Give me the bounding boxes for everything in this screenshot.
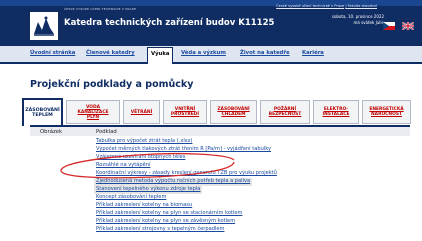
tab-label-line: BEZPEČNOST (268, 112, 302, 117)
top-link-ctu[interactable]: České vysoké učení technické v Praze (276, 4, 344, 8)
language-switcher (381, 22, 414, 41)
tab-label-line: PLYN (86, 114, 100, 120)
ctu-logo-icon[interactable] (30, 12, 58, 40)
tab-energeticka-narocnost[interactable]: ENERGETICKÁ NÁROČNOST (362, 100, 411, 124)
czech-flag-icon[interactable] (382, 22, 395, 30)
tab-elektroinstalace[interactable]: ELEKTRO- INSTALACE (313, 100, 359, 124)
site-header: ČESKÉ VYSOKÉ UČENÍ TECHNICKÉ V PRAZE Kat… (0, 0, 422, 46)
column-header-podklad: Podklad (96, 129, 117, 135)
nav-veda-a-vyzkum[interactable]: Věda a výzkum (181, 50, 226, 56)
top-links: České vysoké učení technické v Praze | F… (276, 4, 377, 8)
university-name: ČESKÉ VYSOKÉ UČENÍ TECHNICKÉ V PRAZE (64, 7, 137, 11)
tab-pozarni-bezpecnost[interactable]: POŽÁRNÍ BEZPEČNOST (260, 100, 310, 124)
top-link-faculty[interactable]: Fakulta stavební (348, 4, 377, 8)
date-text: sobota, 10. prosince 2022 (331, 14, 384, 19)
department-title: Katedra technických zařízení budov K1112… (64, 18, 275, 28)
nav-vyuka[interactable]: Výuka (147, 47, 174, 64)
column-header-obrazek: Obrázek (40, 129, 63, 135)
table-header (30, 127, 410, 136)
tab-label-line: CHLADEM (221, 112, 246, 117)
tab-zasobovani-chladem[interactable]: ZÁSOBOVÁNÍ CHLADEM (210, 100, 257, 124)
nav-uvodni-stranka[interactable]: Úvodní stránka (30, 50, 75, 56)
page-title: Projekční podklady a pomůcky (30, 79, 194, 90)
table-row-link[interactable]: Příklad zakreslení kotelny na biomasu (96, 202, 192, 210)
tab-label-line: TEPLEM (32, 113, 53, 118)
uk-flag-icon[interactable] (402, 22, 414, 30)
tab-vnitrni-prostredi[interactable]: VNITŘNÍ PROSTŘEDÍ (163, 100, 207, 124)
tab-voda-kanalizace-plyn[interactable]: VODA KANALIZACE PLYN (66, 100, 120, 124)
table-row-link[interactable]: Příklad zakreslení strojovny s tepelným … (96, 226, 224, 234)
nav-zivot-na-katedre[interactable]: Život na katedře (240, 50, 290, 56)
tab-label-line: INSTALACE (322, 112, 350, 117)
nav-clenove-katedry[interactable]: Členové katedry (86, 50, 135, 56)
red-annotation-ellipse (60, 152, 235, 179)
tab-label-line: PROSTŘEDÍ (170, 112, 200, 117)
tab-zasobovani-teplem[interactable]: ZÁSOBOVÁNÍ TEPLEM (22, 98, 63, 126)
tab-label-line: NÁROČNOST (371, 112, 402, 117)
main-navigation: Úvodní stránka Členové katedry Výuka Věd… (0, 46, 422, 64)
table-row-link[interactable]: Tabulka pro výpočet ztrát tepla (.xlsx) (96, 138, 192, 146)
table-row-link[interactable]: Koncept zásobování teplem (96, 194, 166, 202)
table-row-link[interactable]: Příklad zakreslení kotelny na plyn se zá… (96, 218, 235, 226)
annotation-stroke (60, 152, 235, 179)
nav-kariera[interactable]: Kariéra (302, 50, 324, 56)
name-day-text: má svátek Julie (353, 20, 384, 25)
table-row-link[interactable]: Příklad zakreslení kotelny na plyn se st… (96, 210, 242, 218)
table-row-link-highlighted[interactable]: Stanovení tepelného výkonu zdroje tepla (94, 186, 203, 194)
tab-label-line: VĚTRÁNÍ (130, 109, 153, 115)
tab-vetrani[interactable]: VĚTRÁNÍ (123, 100, 160, 124)
